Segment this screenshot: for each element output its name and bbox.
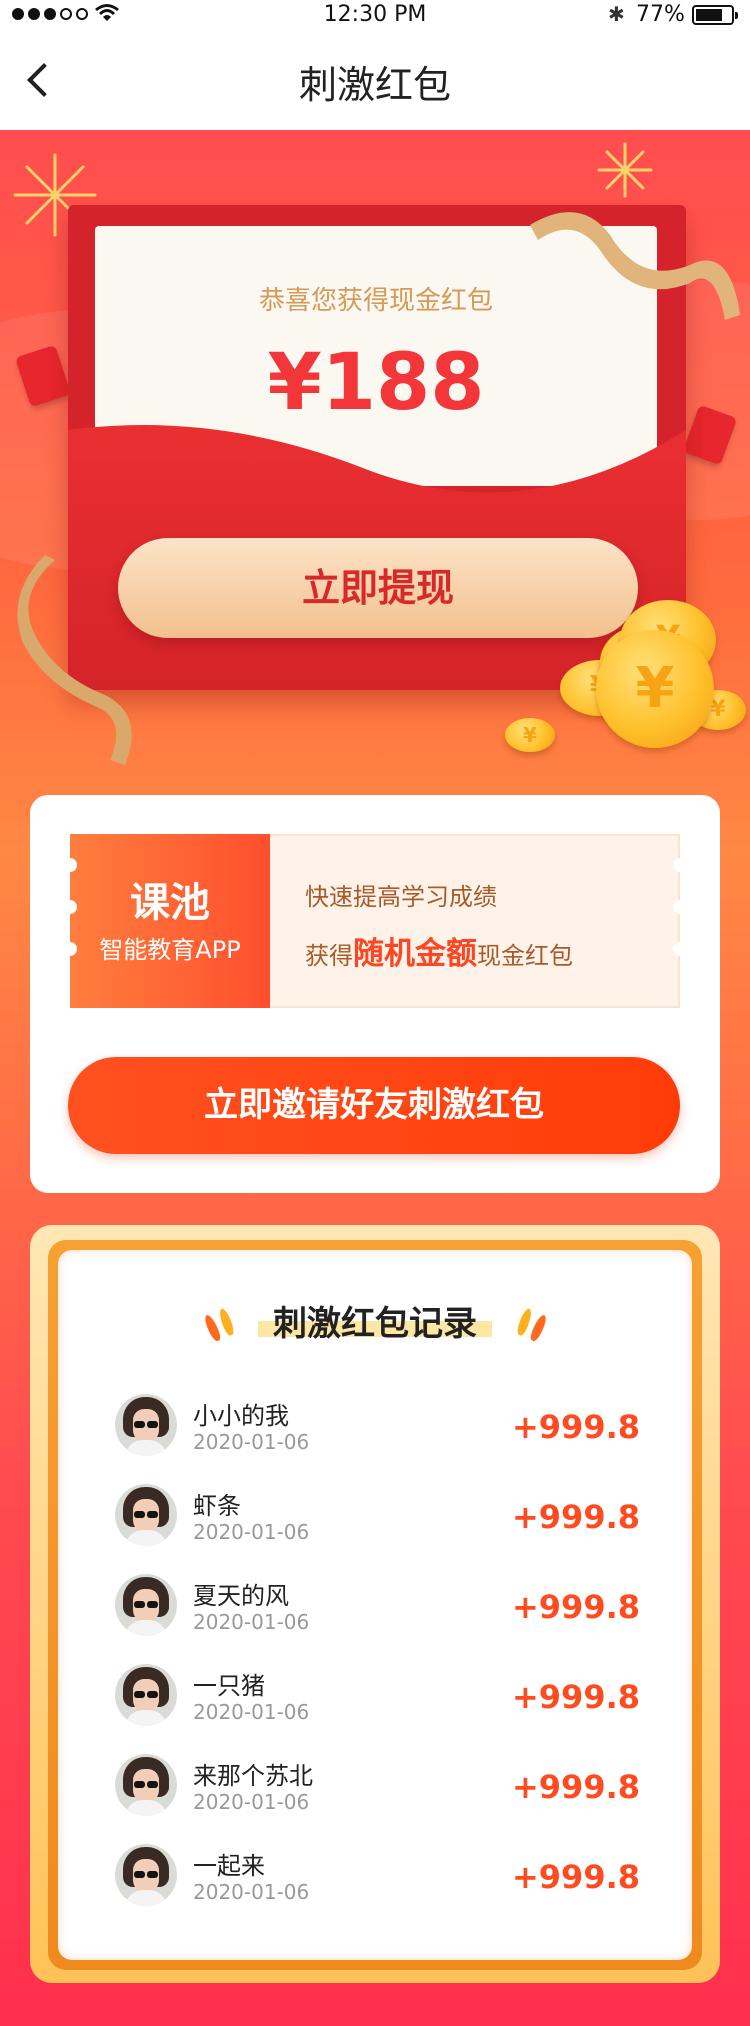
invite-friends-button[interactable]: 立即邀请好友刺激红包 <box>68 1057 680 1154</box>
withdraw-button[interactable]: 立即提现 <box>118 538 638 638</box>
record-date: 2020-01-06 <box>193 1880 310 1904</box>
record-date: 2020-01-06 <box>193 1790 310 1814</box>
record-date: 2020-01-06 <box>193 1700 310 1724</box>
record-name: 一只猪 <box>193 1672 265 1700</box>
record-amount: +999.8 <box>511 1768 640 1806</box>
nav-bar: 刺激红包 <box>0 30 750 130</box>
bluetooth-icon: ✱ <box>608 2 625 26</box>
record-name: 小小的我 <box>193 1402 289 1430</box>
brand-name: 课池 <box>130 880 210 926</box>
avatar <box>115 1664 177 1726</box>
coin-icon: ¥ <box>596 630 714 748</box>
record-date: 2020-01-06 <box>193 1520 310 1544</box>
avatar <box>115 1484 177 1546</box>
record-row: 夏天的风 2020-01-06 +999.8 <box>115 1574 640 1654</box>
avatar <box>115 1754 177 1816</box>
record-name: 来那个苏北 <box>193 1762 313 1790</box>
coin-icon: ¥ <box>505 718 555 752</box>
record-amount: +999.8 <box>511 1588 640 1626</box>
record-amount: +999.8 <box>511 1408 640 1446</box>
status-bar: 12:30 PM ✱ 77% <box>0 0 750 30</box>
gold-ribbon-icon <box>17 555 132 765</box>
record-amount: +999.8 <box>511 1498 640 1536</box>
page-title: 刺激红包 <box>298 63 451 107</box>
record-date: 2020-01-06 <box>193 1430 310 1454</box>
record-row: 虾条 2020-01-06 +999.8 <box>115 1484 640 1564</box>
gold-ribbon-icon <box>530 212 740 320</box>
avatar <box>115 1844 177 1906</box>
promo-highlight: 随机金额 <box>353 936 477 972</box>
record-name: 一起来 <box>193 1852 265 1880</box>
firework-icon <box>597 142 653 198</box>
record-name: 虾条 <box>193 1492 241 1520</box>
record-row: 小小的我 2020-01-06 +999.8 <box>115 1394 640 1474</box>
battery-icon <box>692 5 738 25</box>
promo-line-1: 快速提高学习成绩 <box>305 883 497 911</box>
record-amount: +999.8 <box>511 1858 640 1896</box>
record-name: 夏天的风 <box>193 1582 289 1610</box>
record-row: 一起来 2020-01-06 +999.8 <box>115 1844 640 1924</box>
brand-subtitle: 智能教育APP <box>99 936 241 964</box>
record-row: 一只猪 2020-01-06 +999.8 <box>115 1664 640 1744</box>
promo-line-2: 获得随机金额现金红包 <box>305 936 573 972</box>
record-row: 来那个苏北 2020-01-06 +999.8 <box>115 1754 640 1834</box>
battery-percent: 77% <box>636 2 685 27</box>
record-amount: +999.8 <box>511 1678 640 1716</box>
record-date: 2020-01-06 <box>193 1610 310 1634</box>
records-title: 刺激红包记录 <box>273 1304 477 1344</box>
avatar <box>115 1574 177 1636</box>
avatar <box>115 1394 177 1456</box>
